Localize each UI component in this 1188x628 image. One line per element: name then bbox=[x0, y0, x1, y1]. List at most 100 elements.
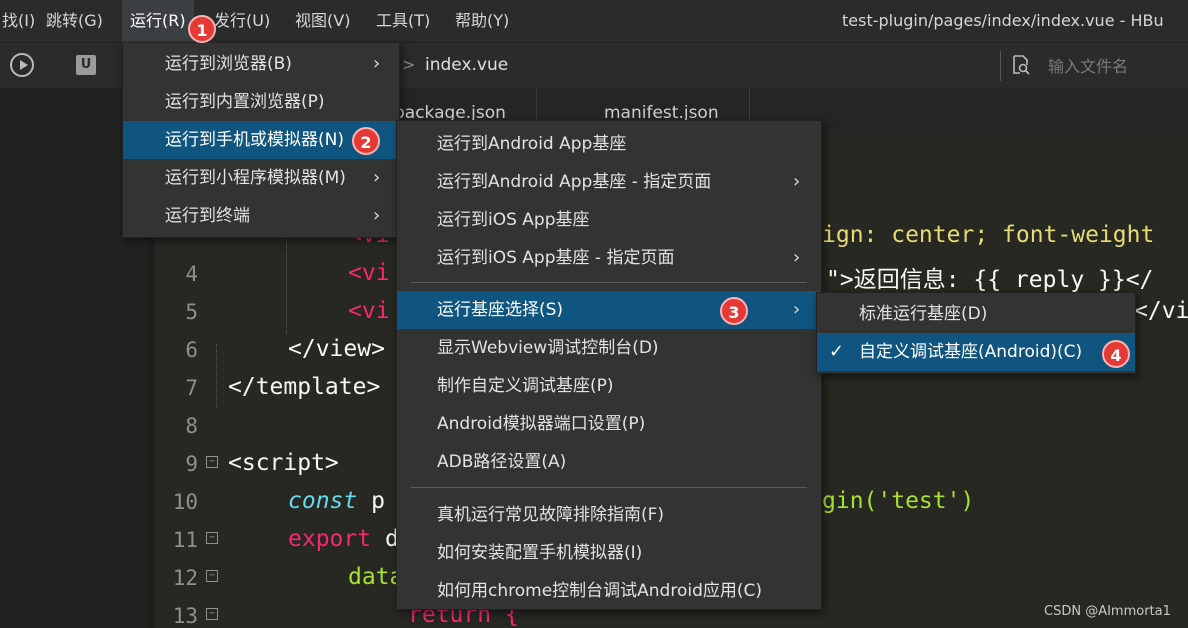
menu-item-label: ADB路径设置(A) bbox=[437, 452, 567, 472]
menu-item-label: 运行到iOS App基座 - 指定页面 bbox=[437, 248, 675, 268]
menu-item-label: Android模拟器端口设置(P) bbox=[437, 414, 646, 434]
menu-item-label: 运行到手机或模拟器(N) bbox=[165, 130, 344, 150]
menu-tools[interactable]: 工具(T) bbox=[368, 0, 438, 42]
menu-item-emulator-setup-guide[interactable]: 如何安装配置手机模拟器(I) bbox=[397, 534, 821, 572]
menu-publish[interactable]: 发行(U) bbox=[206, 0, 278, 42]
code-line: <script> bbox=[228, 450, 339, 476]
menu-item-label: 运行基座选择(S) bbox=[437, 300, 564, 320]
step-badge: 4 bbox=[1102, 340, 1130, 368]
menu-item-run-to-terminal[interactable]: 运行到终端 › bbox=[123, 197, 399, 235]
menu-find[interactable]: 找(I) bbox=[0, 0, 43, 42]
menu-item-label: 运行到终端 bbox=[165, 206, 250, 226]
menu-item-select-base[interactable]: 运行基座选择(S) › bbox=[397, 291, 821, 329]
menu-item-label: 运行到内置浏览器(P) bbox=[165, 92, 325, 112]
device-submenu: 运行到Android App基座 运行到Android App基座 - 指定页面… bbox=[396, 120, 822, 610]
line-number: 4 bbox=[185, 262, 198, 286]
breadcrumb-separator: > bbox=[402, 55, 416, 74]
menu-item-adb-path[interactable]: ADB路径设置(A) bbox=[397, 443, 821, 481]
menu-item-run-to-browser[interactable]: 运行到浏览器(B) › bbox=[123, 45, 399, 83]
menu-help[interactable]: 帮助(Y) bbox=[447, 0, 517, 42]
menubar: 找(I) 跳转(G) 运行(R) 发行(U) 视图(V) 工具(T) 帮助(Y)… bbox=[0, 0, 1188, 42]
menu-goto[interactable]: 跳转(G) bbox=[38, 0, 111, 42]
menu-run[interactable]: 运行(R) bbox=[122, 0, 194, 42]
code-line: <vi bbox=[348, 260, 390, 286]
menu-item-label: 真机运行常见故障排除指南(F) bbox=[437, 505, 665, 525]
line-number: 10 bbox=[172, 490, 198, 514]
menu-item-run-android-page[interactable]: 运行到Android App基座 - 指定页面 › bbox=[397, 163, 821, 201]
file-search-input[interactable] bbox=[1048, 53, 1178, 79]
chevron-right-icon: › bbox=[793, 299, 801, 320]
line-number: 7 bbox=[185, 376, 198, 400]
code-line: </view> bbox=[288, 336, 385, 362]
menu-item-label: 如何用chrome控制台调试Android应用(C) bbox=[437, 581, 763, 601]
fold-toggle-icon[interactable]: − bbox=[206, 608, 218, 620]
fold-toggle-icon[interactable]: − bbox=[206, 570, 218, 582]
menu-item-run-ios-page[interactable]: 运行到iOS App基座 - 指定页面 › bbox=[397, 239, 821, 277]
code-line: </template> bbox=[228, 374, 381, 400]
menu-item-troubleshoot-guide[interactable]: 真机运行常见故障排除指南(F) bbox=[397, 496, 821, 534]
line-number: 13 bbox=[172, 604, 198, 628]
menu-item-label: 运行到Android App基座 - 指定页面 bbox=[437, 172, 712, 192]
menu-item-run-ios-base[interactable]: 运行到iOS App基座 bbox=[397, 201, 821, 239]
line-number: 5 bbox=[185, 300, 198, 324]
watermark: CSDN @AImmorta1 bbox=[1044, 604, 1171, 619]
code-token: gin('test') bbox=[822, 488, 975, 514]
menu-item-label: 运行到Android App基座 bbox=[437, 134, 627, 154]
checkmark-icon: ✓ bbox=[829, 341, 845, 362]
code-line: <vi bbox=[348, 298, 390, 324]
file-search-icon bbox=[1013, 55, 1030, 75]
menu-item-label: 显示Webview调试控制台(D) bbox=[437, 338, 659, 358]
menu-item-custom-debug-base[interactable]: ✓ 自定义调试基座(Android)(C) bbox=[817, 333, 1135, 371]
window-title: test-plugin/pages/index/index.vue - HBu bbox=[842, 11, 1164, 30]
line-number: 11 bbox=[172, 528, 198, 552]
chevron-right-icon: › bbox=[373, 167, 381, 188]
toolbar-divider bbox=[1000, 51, 1001, 81]
code-line: gin('test') bbox=[822, 488, 974, 514]
code-line: ign: center; font-weight bbox=[822, 222, 1154, 248]
code-line: ">返回信息: {{ reply }}</ bbox=[826, 267, 1154, 293]
chevron-right-icon: › bbox=[793, 247, 801, 268]
code-token: <vi bbox=[348, 260, 390, 286]
indent-guide bbox=[216, 344, 217, 408]
chevron-right-icon: › bbox=[373, 205, 381, 226]
menu-item-label: 运行到浏览器(B) bbox=[165, 54, 292, 74]
code-token: <vi bbox=[348, 298, 390, 324]
fold-toggle-icon[interactable]: − bbox=[206, 456, 218, 468]
code-token: export bbox=[288, 526, 372, 552]
menu-view[interactable]: 视图(V) bbox=[287, 0, 358, 42]
code-token: d bbox=[371, 526, 399, 552]
code-token: p bbox=[357, 488, 385, 514]
menu-separator bbox=[411, 282, 807, 283]
base-select-submenu: 标准运行基座(D) ✓ 自定义调试基座(Android)(C) bbox=[816, 292, 1136, 374]
breadcrumb-current-file[interactable]: index.vue bbox=[425, 55, 508, 75]
menu-item-run-android-base[interactable]: 运行到Android App基座 bbox=[397, 125, 821, 163]
line-number: 12 bbox=[172, 566, 198, 590]
menu-item-label: 自定义调试基座(Android)(C) bbox=[859, 342, 1083, 362]
menu-item-make-custom-base[interactable]: 制作自定义调试基座(P) bbox=[397, 367, 821, 405]
menu-item-webview-console[interactable]: 显示Webview调试控制台(D) bbox=[397, 329, 821, 367]
code-line: </vi bbox=[1134, 298, 1188, 324]
menu-item-label: 运行到iOS App基座 bbox=[437, 210, 590, 230]
menu-separator bbox=[411, 487, 807, 488]
uniapp-icon[interactable]: U bbox=[76, 55, 96, 75]
code-token: const bbox=[288, 488, 358, 514]
line-number: 6 bbox=[185, 338, 198, 362]
step-badge: 1 bbox=[188, 15, 216, 43]
menu-item-emulator-port[interactable]: Android模拟器端口设置(P) bbox=[397, 405, 821, 443]
chevron-right-icon: › bbox=[793, 171, 801, 192]
menu-item-standard-base[interactable]: 标准运行基座(D) bbox=[817, 295, 1135, 333]
menu-item-chrome-debug-guide[interactable]: 如何用chrome控制台调试Android应用(C) bbox=[397, 572, 821, 610]
code-line: export d bbox=[288, 526, 399, 552]
line-number: 9 bbox=[185, 452, 198, 476]
menu-item-run-to-miniprogram[interactable]: 运行到小程序模拟器(M) › bbox=[123, 159, 399, 197]
menu-item-label: 标准运行基座(D) bbox=[859, 304, 988, 324]
menu-item-run-to-builtin-browser[interactable]: 运行到内置浏览器(P) bbox=[123, 83, 399, 121]
fold-toggle-icon[interactable]: − bbox=[206, 532, 218, 544]
menu-item-label: 运行到小程序模拟器(M) bbox=[165, 168, 346, 188]
run-icon[interactable] bbox=[10, 53, 34, 77]
menu-item-label: 如何安装配置手机模拟器(I) bbox=[437, 543, 643, 563]
code-line: const p bbox=[288, 488, 385, 514]
line-number: 8 bbox=[185, 414, 198, 438]
step-badge: 2 bbox=[352, 127, 380, 155]
menu-item-label: 制作自定义调试基座(P) bbox=[437, 376, 614, 396]
